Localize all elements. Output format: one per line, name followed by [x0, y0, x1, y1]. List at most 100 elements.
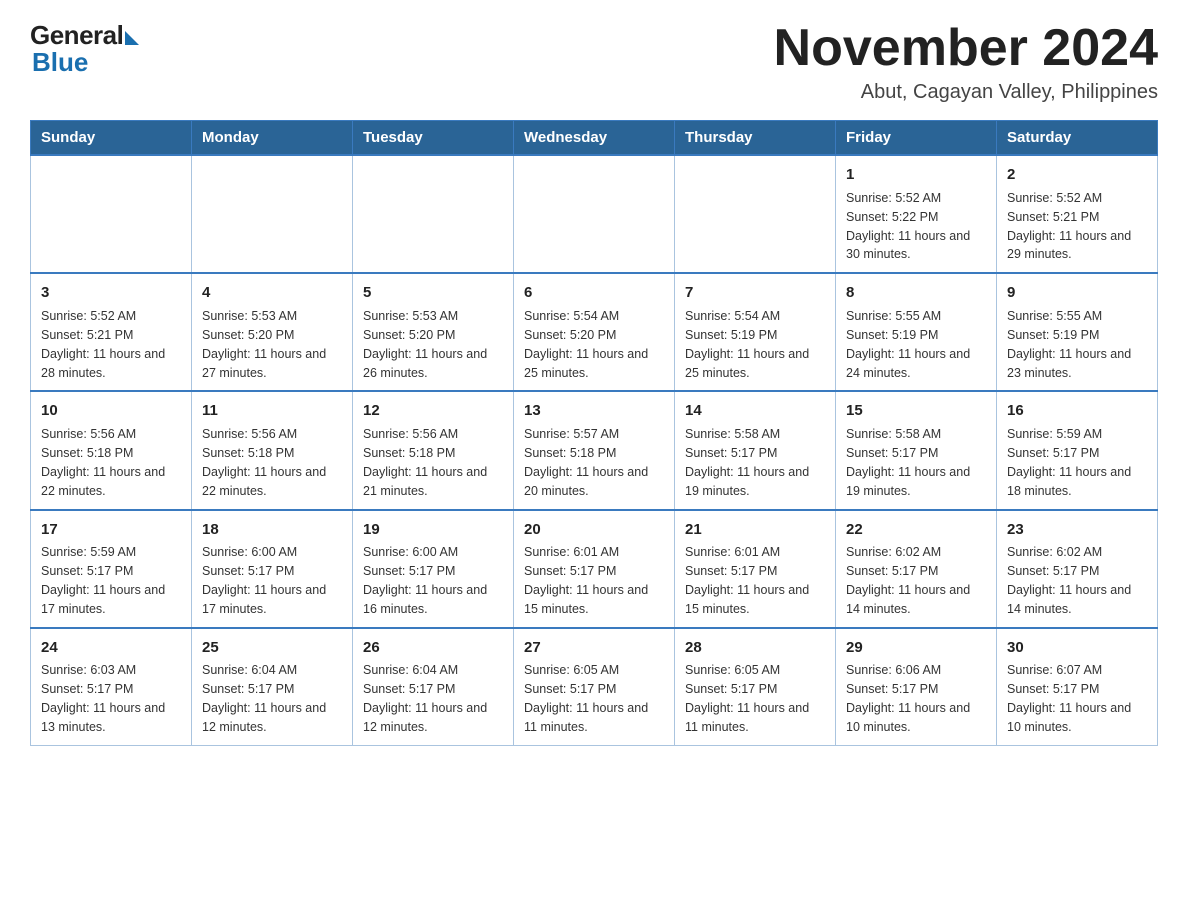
calendar-cell: 10 Sunrise: 5:56 AMSunset: 5:18 PMDayligh… [31, 391, 192, 509]
day-sun-info: Sunrise: 5:59 AMSunset: 5:17 PMDaylight:… [41, 545, 165, 616]
day-number: 5 [363, 282, 503, 304]
calendar-week-row: 10 Sunrise: 5:56 AMSunset: 5:18 PMDayligh… [31, 391, 1158, 509]
page-header: General Blue November 2024 Abut, Cagayan… [30, 20, 1158, 104]
calendar-cell: 30Sunrise: 6:07 AMSunset: 5:17 PMDayligh… [997, 628, 1158, 746]
day-sun-info: Sunrise: 6:05 AMSunset: 5:17 PMDaylight:… [524, 663, 648, 734]
calendar-cell: 29 Sunrise: 6:06 AMSunset: 5:17 PMDayligh… [836, 628, 997, 746]
calendar-cell: 24 Sunrise: 6:03 AMSunset: 5:17 PMDayligh… [31, 628, 192, 746]
calendar-cell: 1 Sunrise: 5:52 AMSunset: 5:22 PMDaylight… [836, 155, 997, 273]
calendar-header-thursday: Thursday [675, 121, 836, 156]
day-sun-info: Sunrise: 6:02 AMSunset: 5:17 PMDaylight:… [1007, 545, 1131, 616]
day-number: 16 [1007, 400, 1147, 422]
day-sun-info: Sunrise: 6:01 AMSunset: 5:17 PMDaylight:… [685, 545, 809, 616]
day-sun-info: Sunrise: 5:53 AMSunset: 5:20 PMDaylight:… [363, 309, 487, 380]
day-sun-info: Sunrise: 5:52 AMSunset: 5:21 PMDaylight:… [41, 309, 165, 380]
day-number: 14 [685, 400, 825, 422]
calendar-header-tuesday: Tuesday [353, 121, 514, 156]
day-sun-info: Sunrise: 5:54 AMSunset: 5:20 PMDaylight:… [524, 309, 648, 380]
calendar-cell: 22 Sunrise: 6:02 AMSunset: 5:17 PMDayligh… [836, 510, 997, 628]
day-sun-info: Sunrise: 6:04 AMSunset: 5:17 PMDaylight:… [363, 663, 487, 734]
calendar-header-row: SundayMondayTuesdayWednesdayThursdayFrid… [31, 121, 1158, 156]
calendar-cell: 8 Sunrise: 5:55 AMSunset: 5:19 PMDaylight… [836, 273, 997, 391]
day-sun-info: Sunrise: 6:06 AMSunset: 5:17 PMDaylight:… [846, 663, 970, 734]
day-number: 22 [846, 519, 986, 541]
calendar-cell: 12 Sunrise: 5:56 AMSunset: 5:18 PMDayligh… [353, 391, 514, 509]
day-sun-info: Sunrise: 6:03 AMSunset: 5:17 PMDaylight:… [41, 663, 165, 734]
calendar-cell: 17 Sunrise: 5:59 AMSunset: 5:17 PMDayligh… [31, 510, 192, 628]
logo: General Blue [30, 20, 139, 78]
day-number: 18 [202, 519, 342, 541]
day-sun-info: Sunrise: 6:07 AMSunset: 5:17 PMDaylight:… [1007, 663, 1131, 734]
calendar-week-row: 1 Sunrise: 5:52 AMSunset: 5:22 PMDaylight… [31, 155, 1158, 273]
calendar-cell: 9Sunrise: 5:55 AMSunset: 5:19 PMDaylight… [997, 273, 1158, 391]
day-sun-info: Sunrise: 5:58 AMSunset: 5:17 PMDaylight:… [685, 427, 809, 498]
day-sun-info: Sunrise: 5:55 AMSunset: 5:19 PMDaylight:… [1007, 309, 1131, 380]
calendar-cell: 7 Sunrise: 5:54 AMSunset: 5:19 PMDaylight… [675, 273, 836, 391]
day-number: 7 [685, 282, 825, 304]
calendar-cell: 19Sunrise: 6:00 AMSunset: 5:17 PMDayligh… [353, 510, 514, 628]
calendar-cell: 11Sunrise: 5:56 AMSunset: 5:18 PMDayligh… [192, 391, 353, 509]
title-block: November 2024 Abut, Cagayan Valley, Phil… [774, 20, 1158, 104]
day-sun-info: Sunrise: 6:01 AMSunset: 5:17 PMDaylight:… [524, 545, 648, 616]
calendar-cell: 16Sunrise: 5:59 AMSunset: 5:17 PMDayligh… [997, 391, 1158, 509]
calendar-cell: 18 Sunrise: 6:00 AMSunset: 5:17 PMDayligh… [192, 510, 353, 628]
day-number: 29 [846, 637, 986, 659]
day-number: 23 [1007, 519, 1147, 541]
day-number: 2 [1007, 164, 1147, 186]
day-sun-info: Sunrise: 5:55 AMSunset: 5:19 PMDaylight:… [846, 309, 970, 380]
day-sun-info: Sunrise: 6:05 AMSunset: 5:17 PMDaylight:… [685, 663, 809, 734]
calendar-cell: 26 Sunrise: 6:04 AMSunset: 5:17 PMDayligh… [353, 628, 514, 746]
day-number: 17 [41, 519, 181, 541]
calendar-week-row: 17 Sunrise: 5:59 AMSunset: 5:17 PMDayligh… [31, 510, 1158, 628]
day-sun-info: Sunrise: 5:58 AMSunset: 5:17 PMDaylight:… [846, 427, 970, 498]
day-sun-info: Sunrise: 6:02 AMSunset: 5:17 PMDaylight:… [846, 545, 970, 616]
day-sun-info: Sunrise: 5:56 AMSunset: 5:18 PMDaylight:… [41, 427, 165, 498]
day-number: 10 [41, 400, 181, 422]
day-sun-info: Sunrise: 5:56 AMSunset: 5:18 PMDaylight:… [363, 427, 487, 498]
day-number: 26 [363, 637, 503, 659]
day-sun-info: Sunrise: 5:57 AMSunset: 5:18 PMDaylight:… [524, 427, 648, 498]
day-number: 1 [846, 164, 986, 186]
day-number: 3 [41, 282, 181, 304]
calendar-cell: 2 Sunrise: 5:52 AMSunset: 5:21 PMDaylight… [997, 155, 1158, 273]
calendar-header-monday: Monday [192, 121, 353, 156]
calendar-cell [31, 155, 192, 273]
calendar-cell: 28 Sunrise: 6:05 AMSunset: 5:17 PMDayligh… [675, 628, 836, 746]
month-title: November 2024 [774, 20, 1158, 77]
day-number: 6 [524, 282, 664, 304]
calendar-cell [514, 155, 675, 273]
day-number: 15 [846, 400, 986, 422]
day-number: 28 [685, 637, 825, 659]
day-sun-info: Sunrise: 5:52 AMSunset: 5:22 PMDaylight:… [846, 191, 970, 262]
calendar-header-friday: Friday [836, 121, 997, 156]
calendar-cell: 13 Sunrise: 5:57 AMSunset: 5:18 PMDayligh… [514, 391, 675, 509]
day-number: 21 [685, 519, 825, 541]
day-number: 27 [524, 637, 664, 659]
calendar-cell: 4Sunrise: 5:53 AMSunset: 5:20 PMDaylight… [192, 273, 353, 391]
calendar-cell [192, 155, 353, 273]
calendar-cell: 21 Sunrise: 6:01 AMSunset: 5:17 PMDayligh… [675, 510, 836, 628]
calendar-cell: 27 Sunrise: 6:05 AMSunset: 5:17 PMDayligh… [514, 628, 675, 746]
calendar-week-row: 3 Sunrise: 5:52 AMSunset: 5:21 PMDaylight… [31, 273, 1158, 391]
day-sun-info: Sunrise: 6:00 AMSunset: 5:17 PMDaylight:… [363, 545, 487, 616]
calendar-cell: 3 Sunrise: 5:52 AMSunset: 5:21 PMDaylight… [31, 273, 192, 391]
day-number: 13 [524, 400, 664, 422]
calendar-header-wednesday: Wednesday [514, 121, 675, 156]
day-number: 25 [202, 637, 342, 659]
day-number: 8 [846, 282, 986, 304]
day-number: 24 [41, 637, 181, 659]
day-number: 20 [524, 519, 664, 541]
day-sun-info: Sunrise: 6:00 AMSunset: 5:17 PMDaylight:… [202, 545, 326, 616]
calendar-cell: 23 Sunrise: 6:02 AMSunset: 5:17 PMDayligh… [997, 510, 1158, 628]
calendar-cell: 20 Sunrise: 6:01 AMSunset: 5:17 PMDayligh… [514, 510, 675, 628]
calendar-header-sunday: Sunday [31, 121, 192, 156]
day-sun-info: Sunrise: 5:52 AMSunset: 5:21 PMDaylight:… [1007, 191, 1131, 262]
logo-triangle-icon [125, 31, 139, 45]
calendar-cell: 6 Sunrise: 5:54 AMSunset: 5:20 PMDaylight… [514, 273, 675, 391]
calendar-cell [675, 155, 836, 273]
calendar-cell: 14 Sunrise: 5:58 AMSunset: 5:17 PMDayligh… [675, 391, 836, 509]
calendar-header-saturday: Saturday [997, 121, 1158, 156]
calendar-week-row: 24 Sunrise: 6:03 AMSunset: 5:17 PMDayligh… [31, 628, 1158, 746]
day-sun-info: Sunrise: 5:54 AMSunset: 5:19 PMDaylight:… [685, 309, 809, 380]
day-number: 12 [363, 400, 503, 422]
